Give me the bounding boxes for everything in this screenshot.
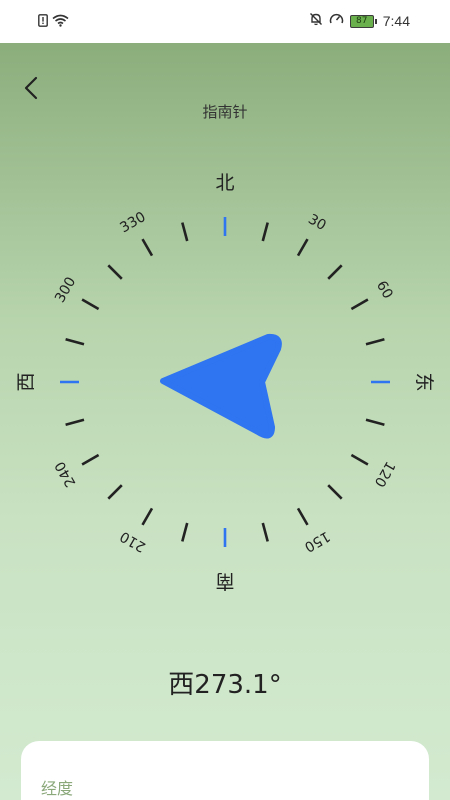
compass-ticks [60, 217, 390, 547]
degree-tick [81, 453, 100, 466]
degree-tick [296, 238, 309, 257]
status-right-icons: 87 7:44 [309, 12, 410, 30]
cardinal-east: 东 [413, 372, 435, 391]
degree-tick [181, 522, 189, 542]
degree-tick [107, 484, 123, 500]
degree-tick [350, 298, 369, 311]
wifi-icon [52, 12, 69, 31]
cardinal-south: 南 [215, 570, 234, 592]
heading-readout: 西273.1° [168, 670, 282, 700]
degree-tick [365, 418, 385, 426]
cardinal-west: 西 [15, 372, 37, 391]
page-title: 指南针 [202, 103, 248, 121]
degree-label-330: 330 [117, 209, 148, 236]
degree-label-300: 300 [52, 274, 79, 305]
degree-tick [365, 338, 385, 346]
degree-label-240: 240 [52, 458, 79, 489]
degree-tick [327, 264, 343, 280]
location-info-card: 经度 [21, 741, 429, 800]
degree-tick [261, 222, 269, 242]
degree-label-60: 60 [373, 278, 396, 301]
cardinal-north: 北 [215, 172, 234, 194]
degree-tick [65, 338, 85, 346]
compass-needle-icon [160, 333, 282, 439]
degree-tick [327, 484, 343, 500]
status-left-icons [38, 12, 69, 31]
longitude-label: 经度 [41, 779, 74, 798]
degree-tick [350, 453, 369, 466]
degree-tick [65, 418, 85, 426]
degree-tick [81, 298, 100, 311]
degree-tick [296, 507, 309, 526]
bell-off-icon [309, 12, 323, 30]
status-time: 7:44 [382, 13, 410, 29]
battery-level: 87 [349, 14, 374, 28]
sim-alert-icon [38, 12, 48, 31]
degree-tick [141, 507, 154, 526]
degree-label-30: 30 [305, 211, 328, 234]
degree-label-150: 150 [301, 528, 332, 555]
degree-label-120: 120 [371, 458, 398, 489]
battery-icon: 87 [349, 14, 377, 28]
compass-degree-labels: 30 60 120 150 210 240 300 330 [52, 209, 398, 555]
degree-tick [107, 264, 123, 280]
degree-tick [261, 522, 269, 542]
speed-icon [329, 12, 344, 30]
degree-label-210: 210 [117, 528, 148, 555]
status-bar: 87 7:44 [0, 0, 450, 43]
degree-tick [141, 238, 154, 257]
degree-tick [181, 222, 189, 242]
